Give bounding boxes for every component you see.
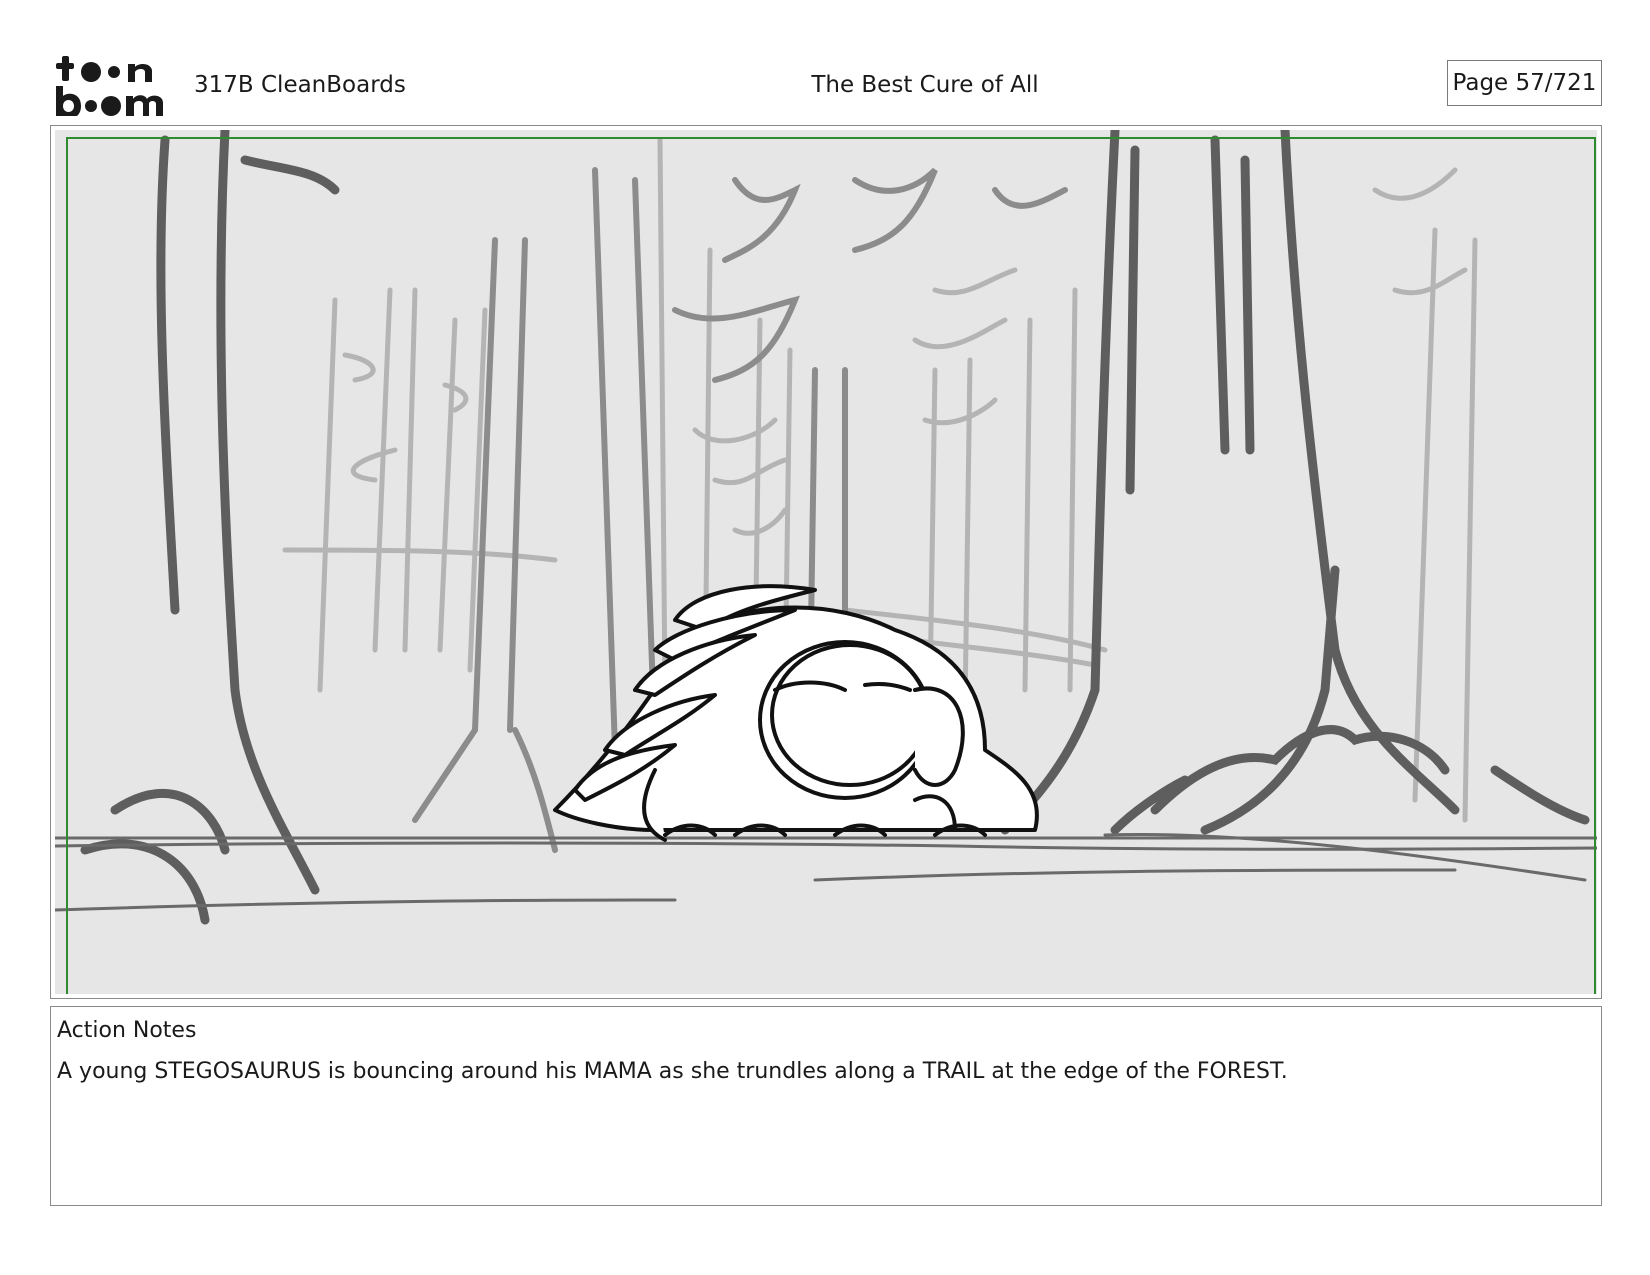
action-notes-title: Action Notes [57,1018,197,1043]
document-title: The Best Cure of All [811,72,1039,98]
page-number: Page 57/721 [1447,60,1602,106]
storyboard-panel [50,125,1602,999]
panel-drawing [55,130,1597,994]
action-notes-box: Action Notes A young STEGOSAURUS is boun… [50,1006,1602,1206]
action-notes-text: A young STEGOSAURUS is bouncing around h… [57,1059,1288,1084]
forest-sketch [55,130,1597,925]
